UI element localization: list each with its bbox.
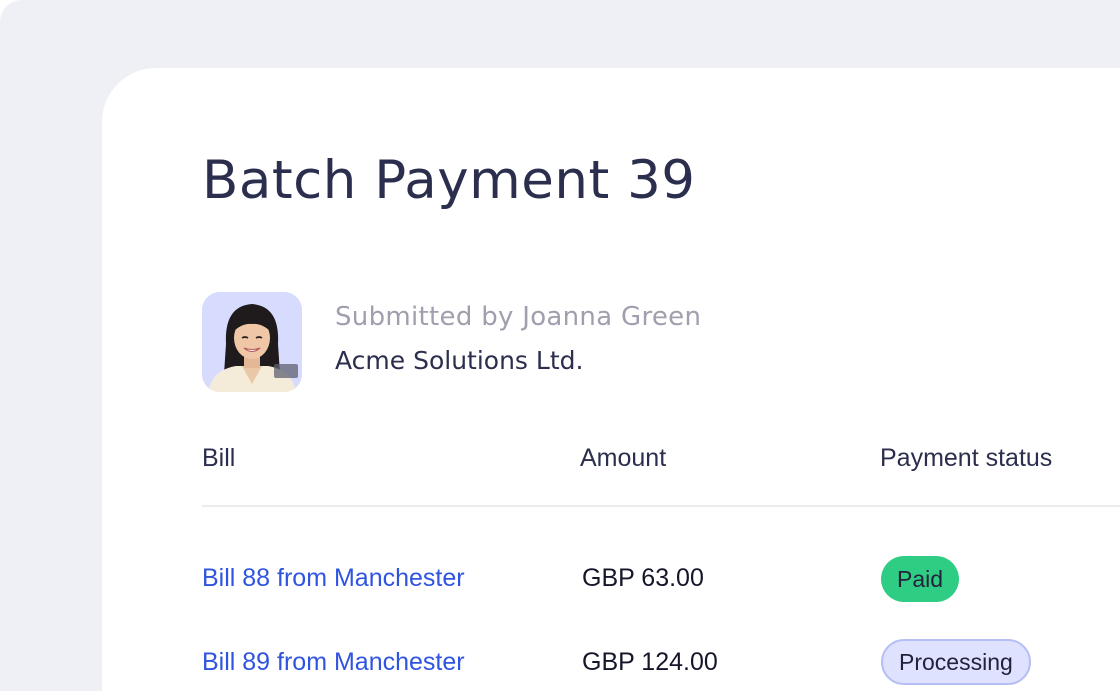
page-title: Batch Payment 39 [202, 150, 696, 211]
bill-link[interactable]: Bill 89 from Manchester [202, 648, 465, 677]
amount-cell: GBP 63.00 [582, 564, 704, 592]
status-badge-processing: Processing [881, 639, 1031, 685]
company-name: Acme Solutions Ltd. [335, 346, 584, 375]
user-photo-icon [202, 292, 302, 392]
column-header-bill: Bill [202, 444, 236, 472]
bill-link[interactable]: Bill 88 from Manchester [202, 564, 465, 593]
batch-payment-card: Batch Payment 39 Submitted by Joanna Gre… [102, 68, 1120, 691]
amount-cell: GBP 124.00 [582, 648, 718, 676]
column-header-payment-status: Payment status [880, 444, 1053, 472]
column-header-amount: Amount [580, 444, 667, 472]
table-header-divider [202, 505, 1120, 507]
submitted-by-text: Submitted by Joanna Green [335, 302, 702, 332]
avatar [202, 292, 302, 392]
status-badge-paid: Paid [881, 556, 960, 602]
